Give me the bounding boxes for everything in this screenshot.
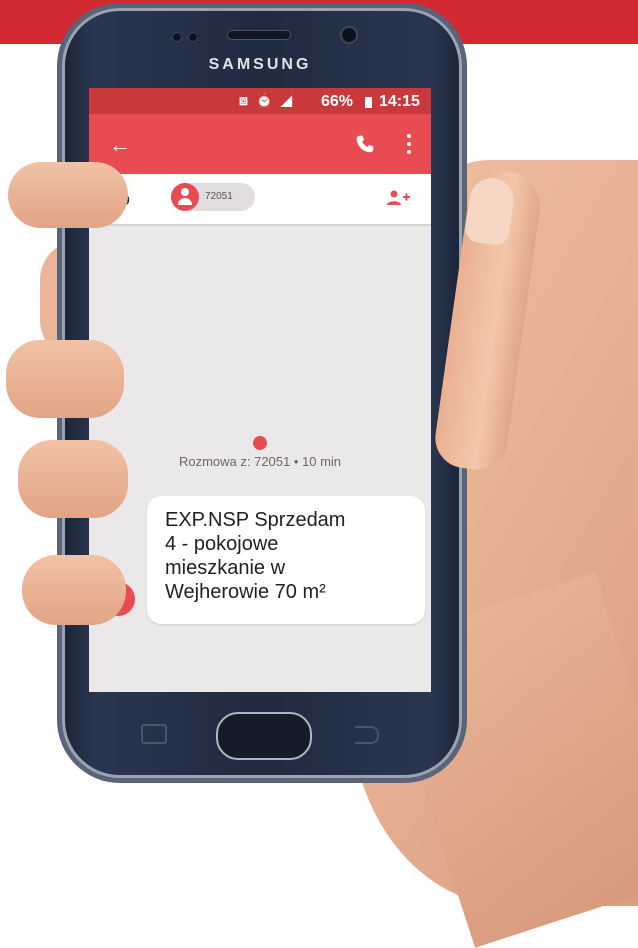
- brand-logo: SAMSUNG: [208, 56, 312, 73]
- add-person-icon[interactable]: [385, 188, 411, 208]
- conversation-info: Rozmowa z: 72051 • 10 min: [178, 454, 342, 469]
- message-line: 4 - pokojowe: [165, 533, 279, 555]
- front-sensor: [172, 32, 182, 42]
- recipient-row: Do 72051: [89, 174, 431, 226]
- status-time: 14:15: [379, 93, 420, 110]
- little-finger: [22, 555, 126, 625]
- recipient-chip[interactable]: 72051: [171, 183, 255, 211]
- message-text: EXP.NSP Sprzedam 4 - pokojowe mieszkanie…: [165, 508, 415, 604]
- front-sensor: [188, 32, 198, 42]
- message-line: mieszkanie w: [165, 557, 286, 579]
- front-camera: [340, 26, 358, 44]
- app-bar: ←: [89, 114, 431, 174]
- contact-avatar-icon: [171, 183, 199, 211]
- conversation-contact-icon: [253, 436, 267, 450]
- recent-apps-icon[interactable]: [141, 724, 167, 744]
- index-finger: [8, 162, 128, 228]
- home-button[interactable]: [216, 712, 312, 760]
- battery-icon: [365, 97, 372, 108]
- message-bubble[interactable]: EXP.NSP Sprzedam 4 - pokojowe mieszkanie…: [147, 496, 425, 624]
- phone-icon[interactable]: [355, 134, 375, 154]
- middle-finger: [6, 340, 124, 418]
- back-key-icon[interactable]: [355, 726, 379, 744]
- battery-percentage: 66%: [321, 93, 354, 110]
- earpiece-speaker: [227, 30, 291, 40]
- ring-finger: [18, 440, 128, 518]
- phone-screen: ⧈ ⏰ ◢ 66% 14:15 ← Do 72051 Rozmowa z: 72…: [89, 88, 431, 692]
- recipient-chip-label: 72051: [205, 191, 233, 202]
- status-icons: ⧈ ⏰ ◢: [239, 92, 294, 108]
- message-line: Wejherowie 70 m²: [165, 581, 326, 603]
- message-line: EXP.NSP Sprzedam: [165, 509, 346, 531]
- arrow-left-icon[interactable]: ←: [109, 132, 131, 158]
- status-bar: ⧈ ⏰ ◢ 66% 14:15: [89, 88, 431, 114]
- more-vert-icon[interactable]: [407, 134, 411, 154]
